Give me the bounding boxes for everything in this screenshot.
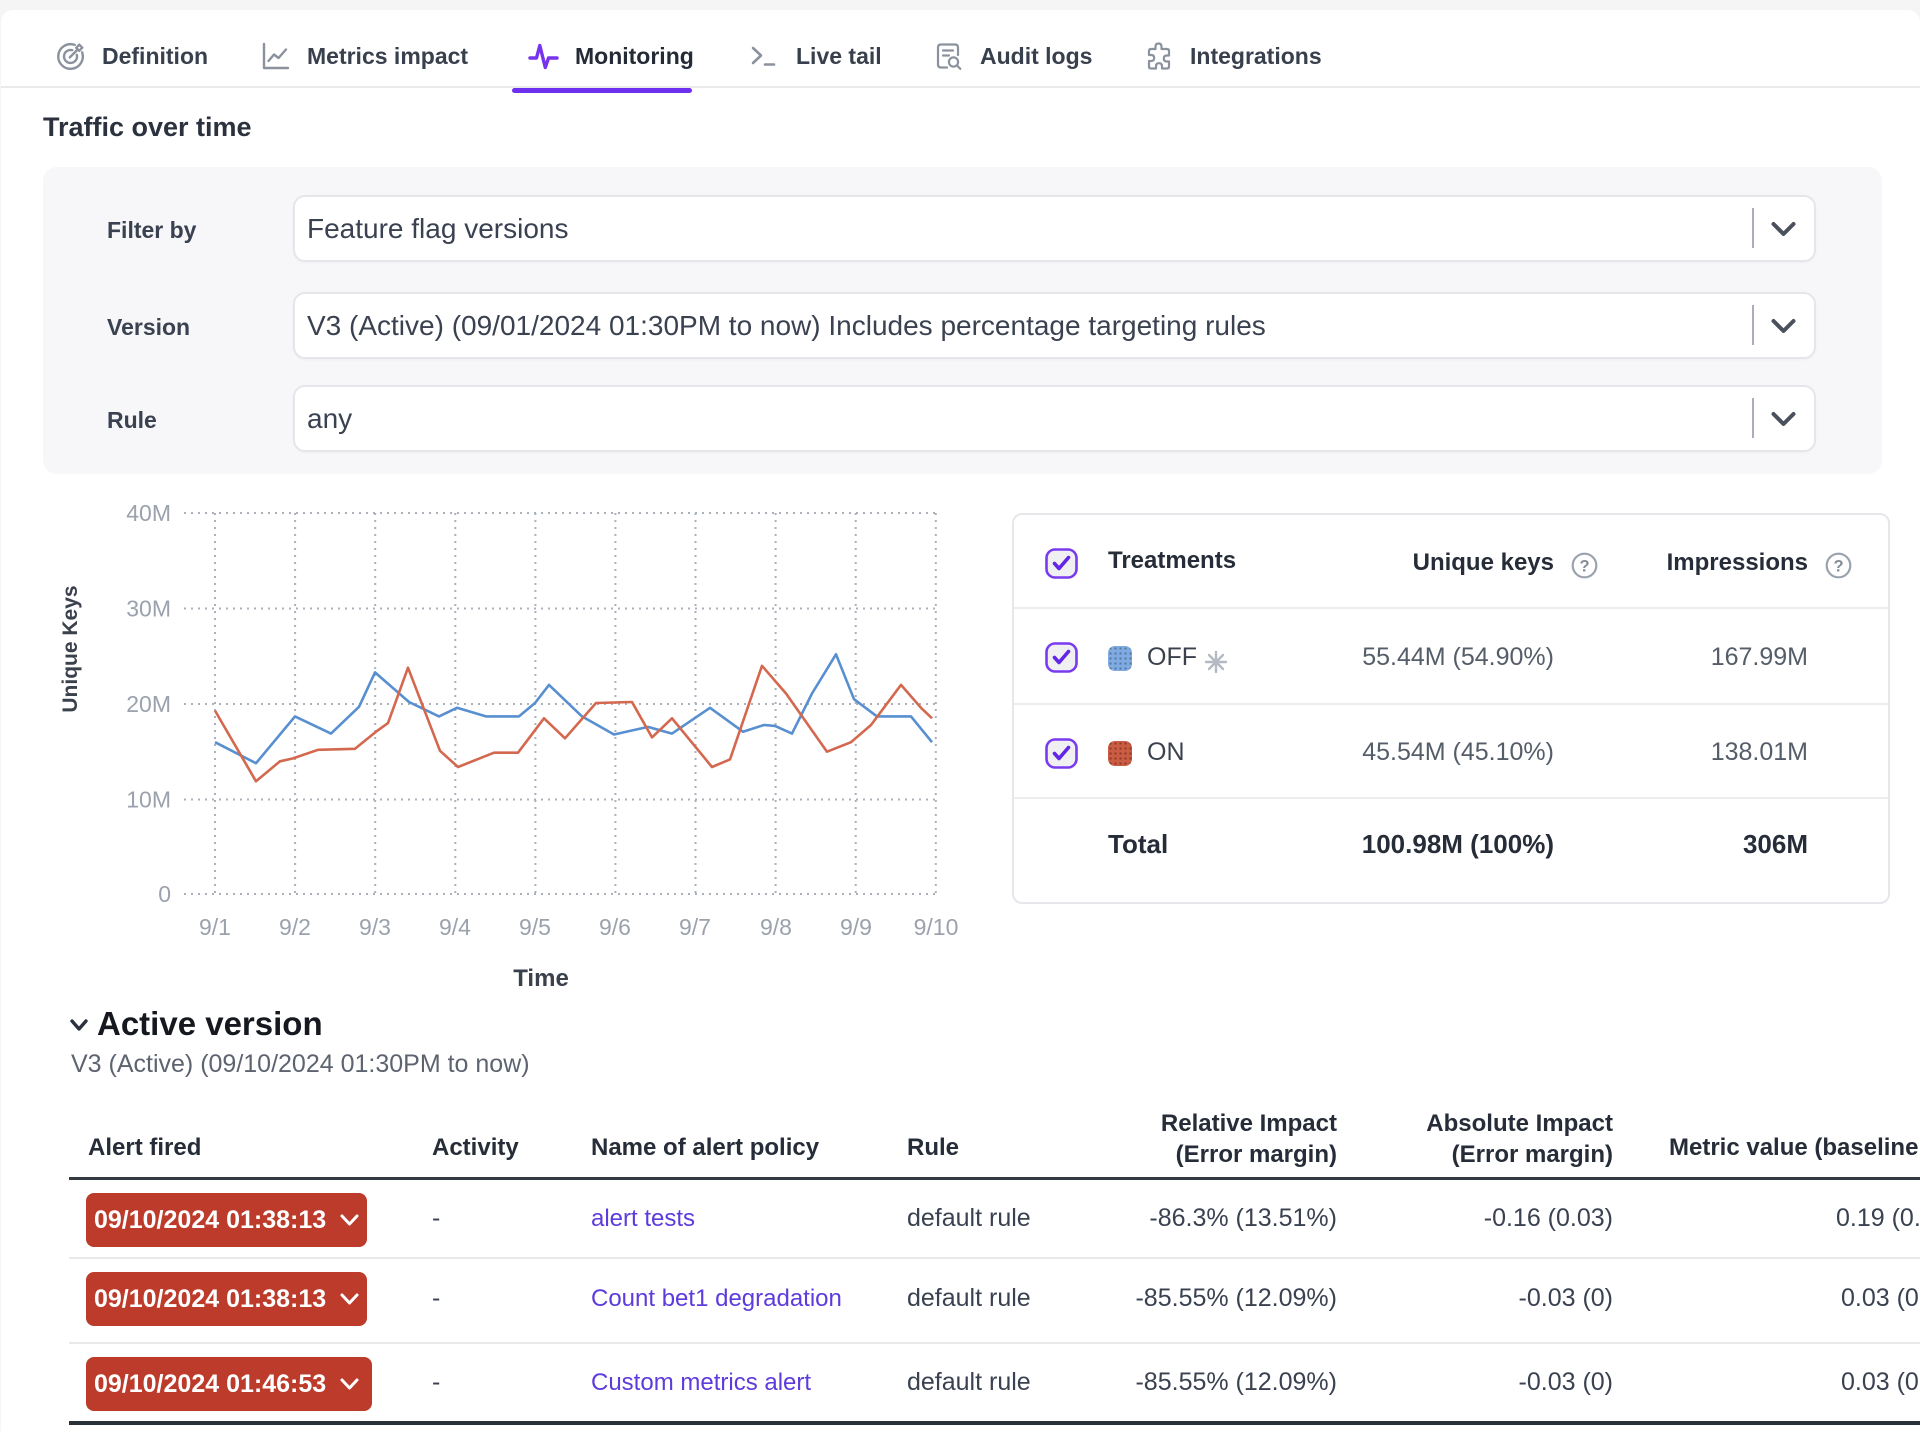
- svg-text:9/5: 9/5: [519, 914, 551, 940]
- svg-text:?: ?: [1833, 558, 1843, 576]
- svg-text:9/1: 9/1: [199, 914, 231, 940]
- svg-text:?: ?: [1579, 558, 1589, 576]
- svg-text:30M: 30M: [126, 596, 171, 622]
- svg-text:9/9: 9/9: [840, 914, 872, 940]
- svg-text:0: 0: [158, 881, 171, 907]
- svg-text:9/7: 9/7: [679, 914, 711, 940]
- svg-text:9/4: 9/4: [439, 914, 471, 940]
- svg-text:9/10: 9/10: [914, 914, 959, 940]
- svg-text:9/3: 9/3: [359, 914, 391, 940]
- svg-text:9/6: 9/6: [599, 914, 631, 940]
- svg-text:9/8: 9/8: [760, 914, 792, 940]
- svg-text:40M: 40M: [126, 500, 171, 526]
- svg-text:9/2: 9/2: [279, 914, 311, 940]
- svg-text:Time: Time: [513, 965, 569, 992]
- svg-text:Unique Keys: Unique Keys: [59, 585, 82, 712]
- svg-text:20M: 20M: [126, 691, 171, 717]
- svg-text:10M: 10M: [126, 787, 171, 813]
